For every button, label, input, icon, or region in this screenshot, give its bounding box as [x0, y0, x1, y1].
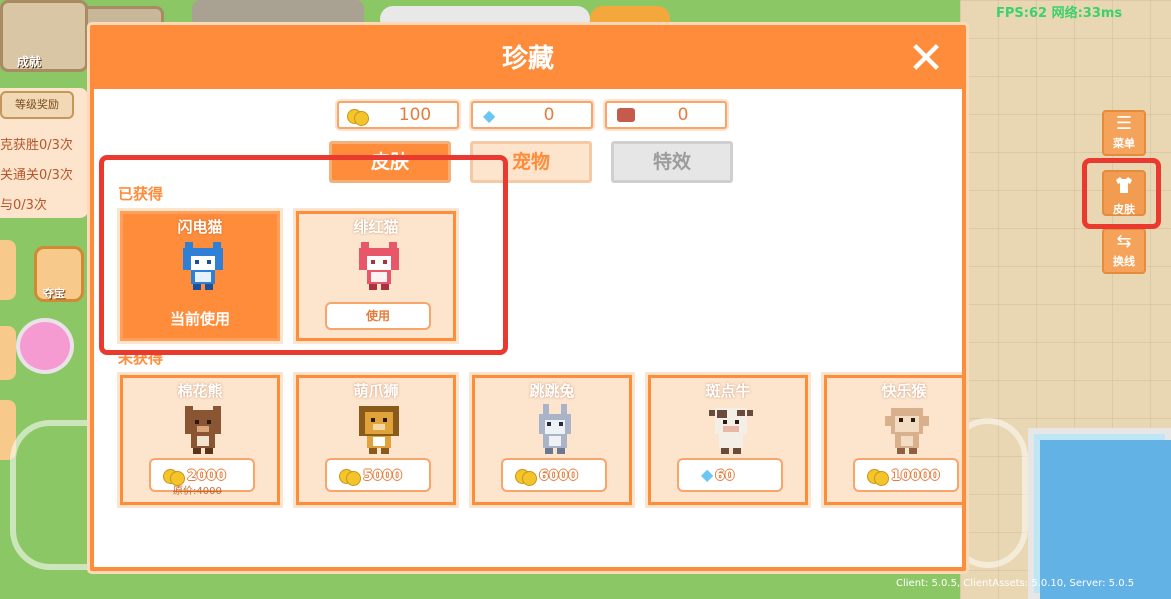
treasure-label: 夺宝: [43, 287, 65, 300]
skin-name: 斑点牛: [705, 382, 751, 400]
coin-counter: 100: [337, 101, 459, 129]
close-button[interactable]: ✕: [904, 37, 948, 81]
price-button[interactable]: ◆ 60: [677, 458, 783, 492]
price-value: 10000: [891, 468, 940, 484]
coin-icon: [163, 469, 185, 486]
level-reward-button[interactable]: 等级奖励: [0, 91, 74, 119]
switch-line-icon: ⇆: [1116, 231, 1132, 252]
coin-icon: [339, 469, 361, 486]
menu-label: 菜单: [1113, 137, 1135, 150]
original-price: 原价:4000: [173, 486, 222, 497]
coin-icon: [515, 469, 537, 486]
price-button[interactable]: 5000: [325, 458, 431, 492]
quest-item: 克获胜0/3次: [0, 138, 73, 153]
achievement-label: 成就: [17, 55, 42, 69]
price-button[interactable]: 10000: [853, 458, 959, 492]
skin-card-locked[interactable]: 斑点牛 ◆ 60: [648, 375, 808, 505]
diamond-icon: ◆: [701, 465, 714, 484]
monkey-avatar-icon: [885, 408, 929, 454]
modal-header: 珍藏 ✕: [94, 29, 962, 89]
price-value: 6000: [539, 468, 578, 484]
highlight-box-skin-button: [1082, 158, 1161, 229]
diamond-icon: ◆: [483, 106, 496, 125]
pool-water: [1040, 440, 1171, 599]
skin-card-locked[interactable]: 萌爪狮 5000: [296, 375, 456, 505]
tab-effect[interactable]: 特效: [611, 141, 733, 183]
achievement-button[interactable]: 成就: [0, 0, 88, 72]
skin-card-locked[interactable]: 快乐猴 10000: [824, 375, 962, 505]
menu-button[interactable]: ☰ 菜单: [1102, 110, 1146, 156]
quest-item: 与0/3次: [0, 198, 47, 213]
ticket-icon: [617, 108, 635, 122]
diamond-counter: ◆ 0: [471, 101, 593, 129]
switch-line-button[interactable]: ⇆ 换线: [1102, 228, 1146, 274]
skin-card-locked[interactable]: 跳跳兔 6000: [472, 375, 632, 505]
modal-title: 珍藏: [501, 44, 554, 74]
skin-name: 棉花熊: [177, 382, 223, 400]
switch-line-label: 换线: [1113, 255, 1135, 268]
side-button[interactable]: [0, 240, 16, 300]
quest-item: 关通关0/3次: [0, 168, 73, 183]
coin-icon: [347, 109, 369, 126]
menu-icon: ☰: [1115, 113, 1133, 134]
version-text: Client: 5.0.5, ClientAssets: 5.0.10, Ser…: [896, 578, 1135, 589]
highlight-box-owned-skins: [99, 155, 508, 355]
skin-name: 跳跳兔: [529, 382, 575, 400]
coin-icon: [867, 469, 889, 486]
treasure-button[interactable]: 夺宝: [34, 246, 84, 302]
ticket-counter: 0: [605, 101, 727, 129]
price-value: 60: [715, 468, 735, 484]
ticket-value: 0: [677, 105, 689, 125]
flower-pot: [16, 318, 74, 374]
coin-value: 100: [398, 105, 432, 125]
price-button[interactable]: 6000: [501, 458, 607, 492]
skin-name: 快乐猴: [881, 382, 927, 400]
side-button[interactable]: [0, 326, 16, 380]
rabbit-avatar-icon: [539, 404, 571, 454]
price-button[interactable]: 2000 原价:4000: [149, 458, 255, 497]
quest-panel: 等级奖励 克获胜0/3次 关通关0/3次 与0/3次: [0, 88, 88, 218]
price-value: 5000: [363, 468, 402, 484]
lion-avatar-icon: [359, 406, 399, 454]
diamond-value: 0: [543, 105, 555, 125]
skin-card-locked[interactable]: 棉花熊 2000 原价:4000: [120, 375, 280, 505]
skin-name: 萌爪狮: [353, 382, 399, 400]
cow-avatar-icon: [709, 408, 753, 454]
bear-avatar-icon: [185, 406, 221, 454]
fps-readout: FPS:62 网络:33ms: [996, 6, 1123, 21]
